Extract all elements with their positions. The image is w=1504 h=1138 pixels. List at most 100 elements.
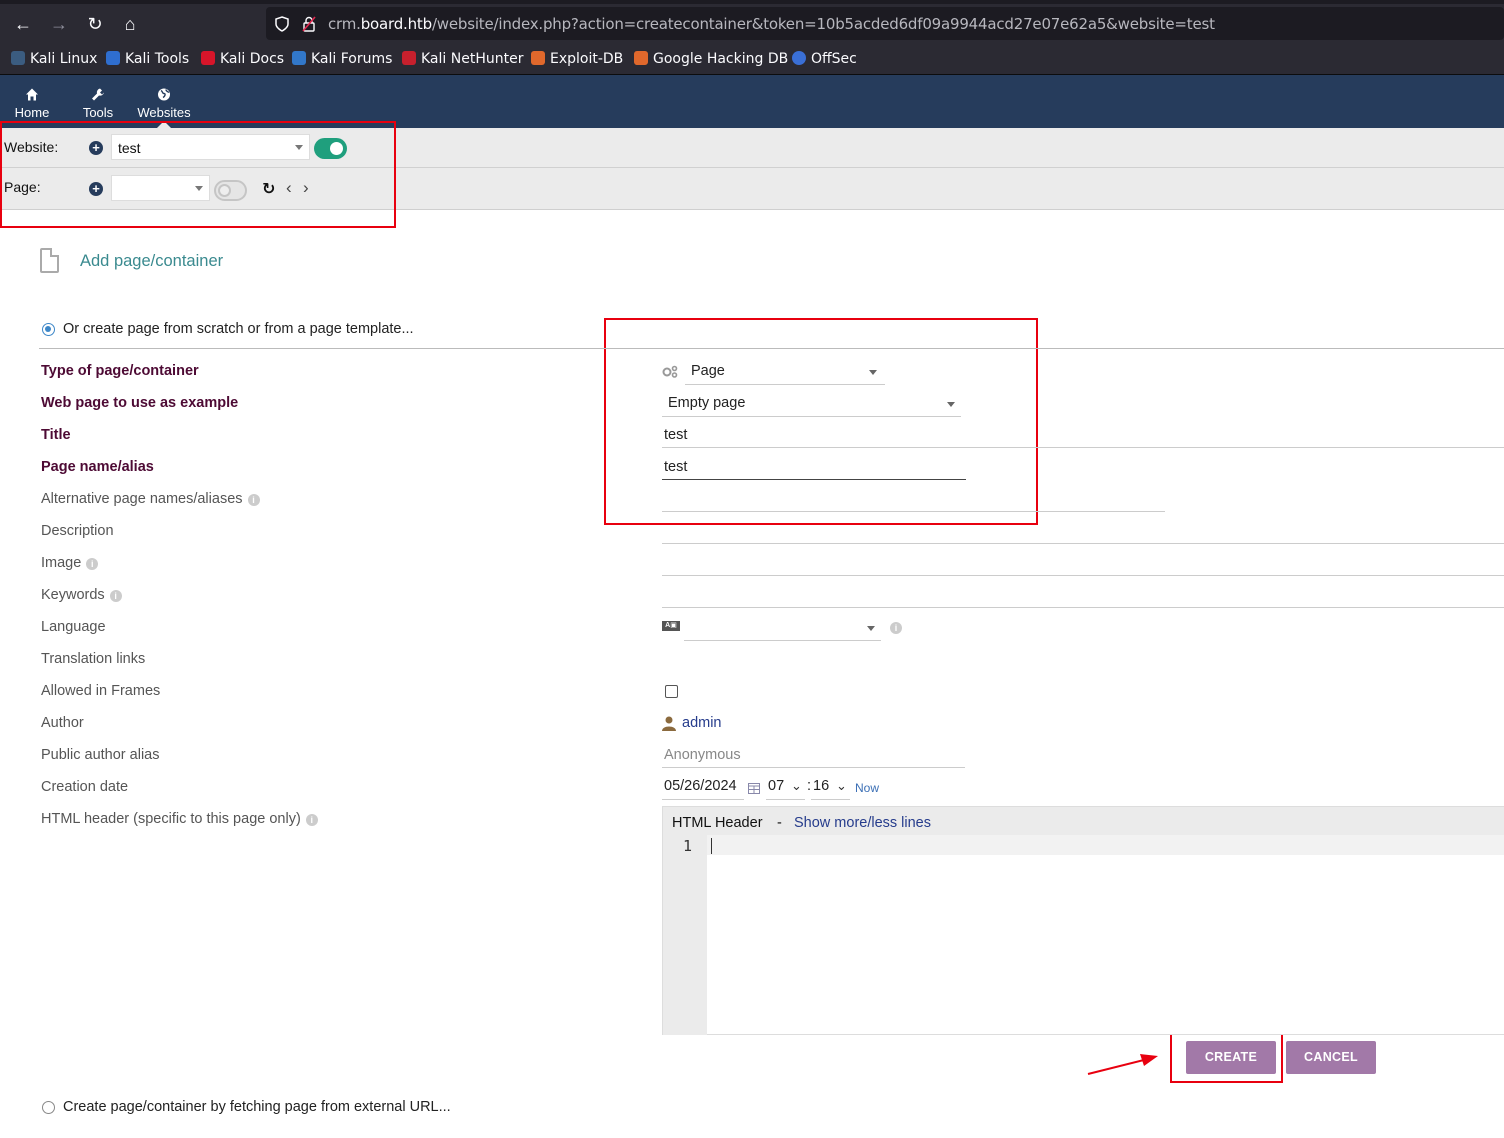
chevron-down-icon: ⌄: [791, 778, 802, 793]
exploit-db-icon: [531, 51, 545, 65]
wrench-icon: [92, 88, 104, 101]
language-select[interactable]: [684, 615, 881, 641]
minute-value: 16: [813, 778, 830, 794]
example-select[interactable]: Empty page: [662, 390, 961, 417]
url-text: crm.board.htb/website/index.php?action=c…: [328, 15, 1215, 33]
language-label: Language: [41, 619, 106, 635]
minute-select[interactable]: 16 ⌄: [811, 778, 850, 800]
frames-label: Allowed in Frames: [41, 683, 161, 699]
cancel-button[interactable]: CANCEL: [1286, 1041, 1376, 1074]
alias-input-underline: [662, 479, 966, 480]
globe-icon: [158, 88, 170, 101]
bookmark-kali-docs[interactable]: Kali Docs: [201, 51, 284, 67]
kali-tools-icon: [106, 51, 120, 65]
radio-fetch[interactable]: [42, 1101, 55, 1114]
cogs-icon: [662, 365, 678, 378]
calendar-icon[interactable]: [748, 782, 760, 794]
page-title: Add page/container: [80, 252, 224, 270]
public-alias-input[interactable]: Anonymous: [664, 747, 741, 763]
nethunter-icon: [402, 51, 416, 65]
alias-label: Page name/alias: [41, 459, 154, 475]
author-link[interactable]: admin: [682, 715, 722, 731]
lock-insecure-icon: [302, 16, 316, 32]
line-number: 1: [683, 837, 693, 855]
now-button[interactable]: Now: [855, 781, 879, 795]
description-label: Description: [41, 523, 114, 539]
bookmark-kali-linux[interactable]: Kali Linux: [11, 51, 97, 67]
hour-value: 07: [768, 778, 785, 794]
forward-arrow-icon[interactable]: →: [45, 10, 73, 38]
info-icon: i: [86, 558, 99, 570]
public-alias-underline: [662, 767, 965, 768]
creation-date-input[interactable]: 05/26/2024: [664, 778, 737, 794]
image-input[interactable]: [662, 575, 1504, 576]
type-label: Type of page/container: [41, 363, 199, 379]
author-label: Author: [41, 715, 84, 731]
reload-icon[interactable]: ↻: [81, 10, 109, 38]
translation-label: Translation links: [41, 651, 146, 667]
keywords-label: Keywords i: [41, 587, 122, 603]
editor-separator: -: [777, 815, 782, 831]
example-label: Web page to use as example: [41, 395, 239, 411]
title-input[interactable]: test: [664, 427, 687, 443]
html-header-editor[interactable]: HTML Header - Show more/less lines 1: [662, 806, 1504, 1035]
allowed-frames-checkbox[interactable]: [665, 685, 678, 698]
radio-scratch[interactable]: [42, 323, 55, 336]
chevron-down-icon: [867, 626, 875, 631]
title-input-underline: [662, 447, 1504, 448]
radio-fetch-label[interactable]: Create page/container by fetching page f…: [63, 1099, 451, 1115]
create-button[interactable]: CREATE: [1186, 1041, 1276, 1074]
editor-active-line[interactable]: [707, 835, 1504, 855]
keywords-input[interactable]: [662, 607, 1504, 608]
address-bar[interactable]: crm.board.htb/website/index.php?action=c…: [266, 7, 1504, 40]
section-divider: [39, 348, 1504, 349]
title-label: Title: [41, 427, 71, 443]
bookmark-kali-tools[interactable]: Kali Tools: [106, 51, 189, 67]
chevron-down-icon: [869, 370, 877, 375]
info-icon: i: [109, 590, 122, 602]
home-icon[interactable]: ⌂: [116, 10, 144, 38]
html-header-label: HTML header (specific to this page only)…: [41, 811, 318, 827]
editor-header: HTML Header - Show more/less lines: [663, 807, 1504, 835]
info-icon: i: [305, 814, 318, 826]
offsec-icon: [792, 51, 806, 65]
bookmark-offsec[interactable]: OffSec: [792, 51, 857, 67]
alias-input[interactable]: test: [664, 459, 687, 475]
type-select[interactable]: Page: [685, 358, 885, 385]
creation-date-label: Creation date: [41, 779, 129, 795]
date-underline: [662, 799, 744, 800]
alt-names-label: Alternative page names/aliases i: [41, 491, 260, 507]
kali-docs-icon: [201, 51, 215, 65]
home-icon: [26, 88, 38, 101]
type-select-value: Page: [691, 363, 725, 379]
public-alias-label: Public author alias: [41, 747, 160, 763]
kali-dragon-icon: [11, 51, 25, 65]
bookmark-kali-forums[interactable]: Kali Forums: [292, 51, 392, 67]
show-more-lines-link[interactable]: Show more/less lines: [794, 815, 931, 831]
alt-names-input[interactable]: [662, 511, 1165, 512]
bookmark-exploit-db[interactable]: Exploit-DB: [531, 51, 623, 67]
chevron-down-icon: ⌄: [836, 778, 847, 793]
bookmark-kali-nethunter[interactable]: Kali NetHunter: [402, 51, 523, 67]
shield-icon: [275, 16, 289, 32]
document-icon: [40, 248, 59, 273]
description-input[interactable]: [662, 543, 1504, 544]
menu-tools[interactable]: Tools: [80, 85, 116, 120]
chevron-down-icon: [947, 402, 955, 407]
back-arrow-icon[interactable]: ←: [9, 10, 37, 38]
bookmark-google-hacking-db[interactable]: Google Hacking DB: [634, 51, 788, 67]
radio-scratch-label[interactable]: Or create page from scratch or from a pa…: [63, 321, 414, 337]
hour-select[interactable]: 07 ⌄: [766, 778, 805, 800]
kali-forums-icon: [292, 51, 306, 65]
annotation-box-selectors: [0, 121, 396, 228]
user-icon: [662, 716, 676, 731]
annotation-arrow-icon: [1087, 1054, 1158, 1075]
example-select-value: Empty page: [668, 395, 746, 411]
menu-websites[interactable]: Websites: [136, 85, 192, 120]
menu-home[interactable]: Home: [14, 85, 50, 120]
info-icon: i: [247, 494, 260, 506]
info-icon: i: [890, 622, 902, 634]
editor-cursor: [711, 838, 712, 854]
image-label: Image i: [41, 555, 99, 571]
annotation-box-fields: [604, 318, 1038, 525]
